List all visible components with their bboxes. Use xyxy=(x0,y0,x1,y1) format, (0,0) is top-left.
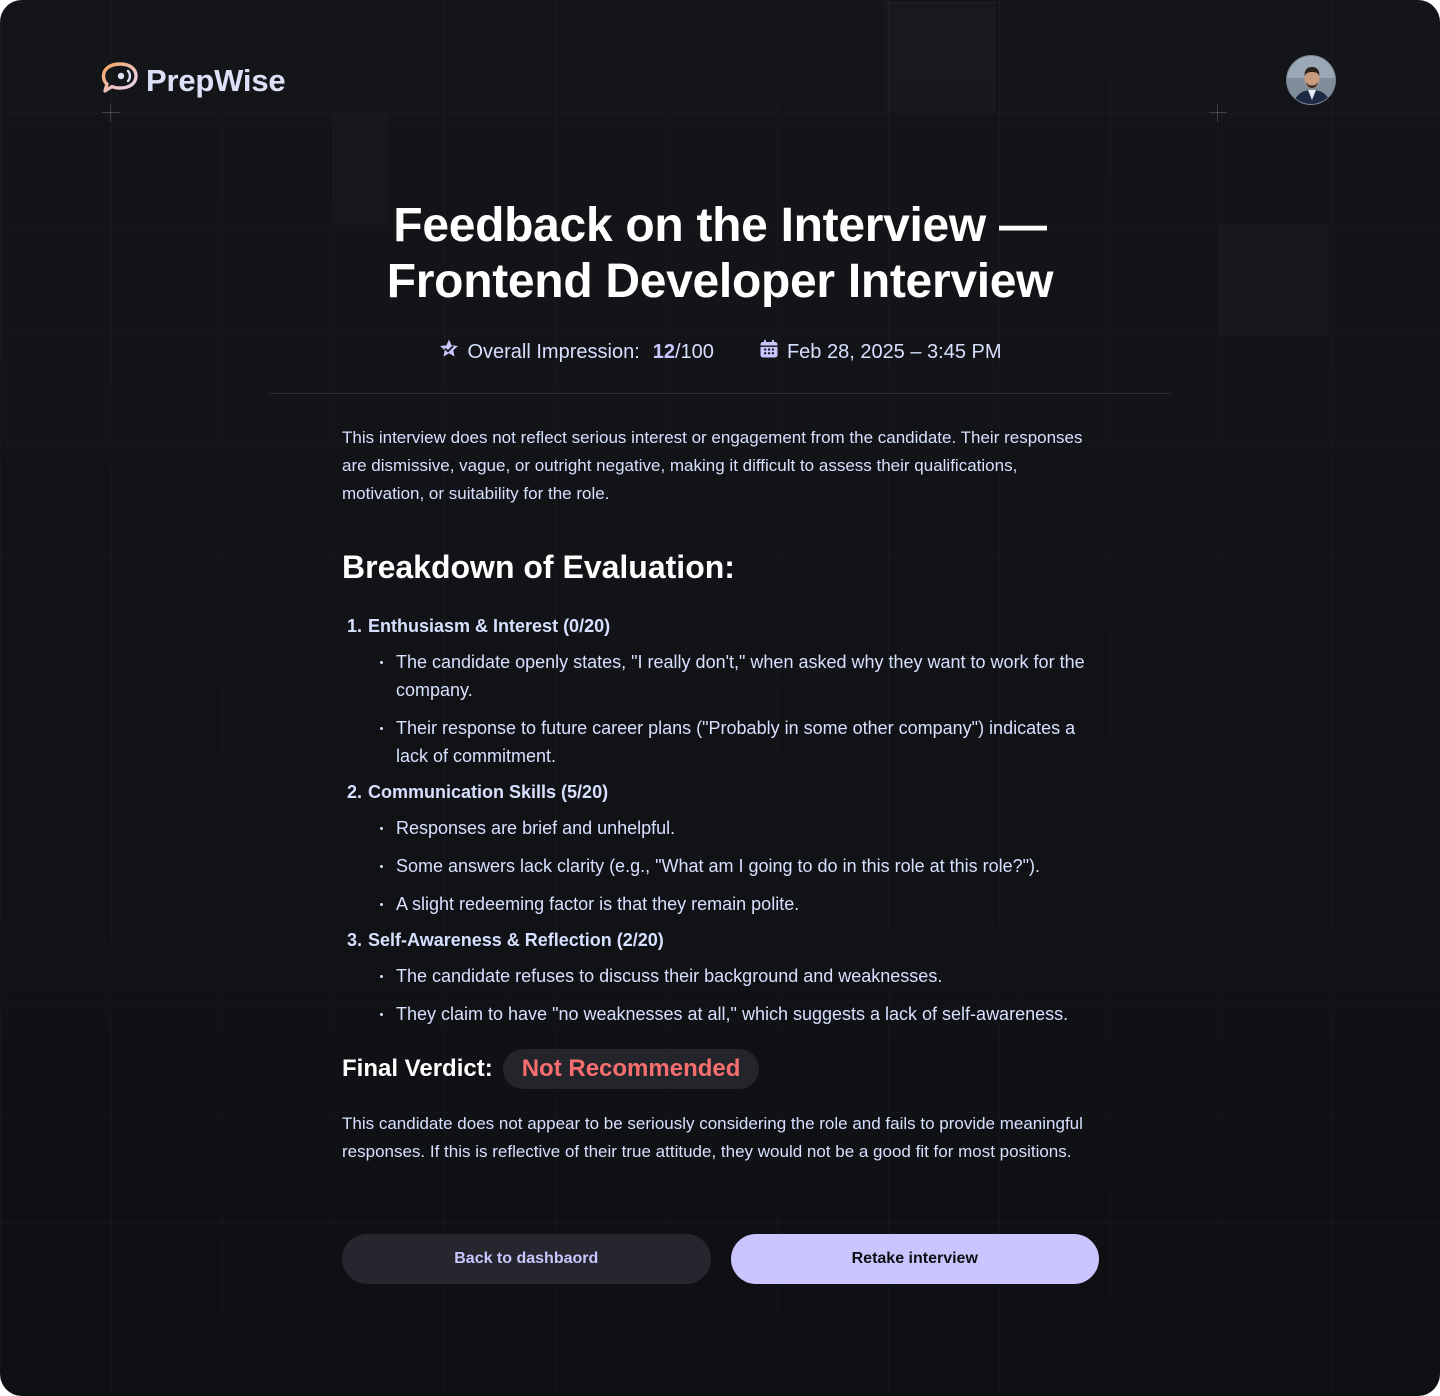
impression-score-value: 12/100 xyxy=(647,341,714,364)
page-title-line: Frontend Developer Interview xyxy=(386,255,1054,308)
section-number: 2. xyxy=(347,782,363,802)
list-item: They claim to have "no weaknesses at all… xyxy=(380,1000,1102,1028)
breakdown-section: 3. Self-Awareness & Reflection (2/20) Th… xyxy=(342,928,1102,1028)
user-avatar[interactable] xyxy=(1286,55,1336,105)
breakdown-section: 1. Enthusiasm & Interest (0/20) The cand… xyxy=(342,614,1102,770)
list-item: The candidate refuses to discuss their b… xyxy=(380,962,1102,990)
background-tile xyxy=(885,2,996,112)
section-points: The candidate refuses to discuss their b… xyxy=(342,962,1102,1028)
list-item: The candidate openly states, "I really d… xyxy=(380,648,1102,704)
conclusion-text: This candidate does not appear to be ser… xyxy=(342,1114,1083,1161)
breakdown-list: 1. Enthusiasm & Interest (0/20) The cand… xyxy=(342,614,1102,1028)
feedback-meta: Overall Impression: 12/100 Feb 28, 2025 … xyxy=(0,338,1440,366)
section-title: 3. Self-Awareness & Reflection (2/20) xyxy=(342,928,1102,952)
brand-name: PrepWise xyxy=(146,62,286,98)
impression-score: 12 xyxy=(652,340,675,363)
list-item: A slight redeeming factor is that they r… xyxy=(380,890,1102,918)
action-buttons: Back to dashbaord Retake interview xyxy=(342,1234,1099,1284)
date-text: Feb 28, 2025 – 3:45 PM xyxy=(786,340,1002,363)
summary-text: This interview does not reflect serious … xyxy=(342,428,1083,503)
verdict-badge: Not Recommended xyxy=(502,1049,760,1089)
verdict-label: Final Verdict: xyxy=(342,1055,493,1082)
avatar-photo-icon xyxy=(1287,56,1335,104)
retake-interview-button[interactable]: Retake interview xyxy=(730,1234,1099,1284)
list-item: Their response to future career plans ("… xyxy=(380,714,1102,770)
section-title: 1. Enthusiasm & Interest (0/20) xyxy=(342,614,1102,638)
page-title-line: Feedback on the Interview — xyxy=(393,199,1047,252)
app-window: PrepWise Feedback on the Interview — Fro… xyxy=(0,0,1440,1396)
breakdown-section: 2. Communication Skills (5/20) Responses… xyxy=(342,780,1102,918)
section-name: Self-Awareness & Reflection (2/20) xyxy=(368,930,664,950)
section-points: The candidate openly states, "I really d… xyxy=(342,648,1102,770)
sparkle-decoration xyxy=(1209,104,1227,122)
interview-date: Feb 28, 2025 – 3:45 PM xyxy=(758,338,1002,366)
overall-impression: Overall Impression: 12/100 xyxy=(438,338,714,366)
breakdown-heading: Breakdown of Evaluation: xyxy=(342,549,735,585)
star-badge-icon xyxy=(438,338,460,366)
final-verdict: Final Verdict: Not Recommended xyxy=(342,1049,1102,1089)
sparkle-decoration xyxy=(102,104,120,122)
section-number: 1. xyxy=(347,616,363,636)
section-name: Communication Skills (5/20) xyxy=(368,782,609,802)
back-to-dashboard-button[interactable]: Back to dashbaord xyxy=(342,1234,711,1284)
calendar-icon xyxy=(758,338,780,366)
feedback-content: This interview does not reflect serious … xyxy=(342,424,1102,1166)
section-points: Responses are brief and unhelpful. Some … xyxy=(342,814,1102,918)
chat-bubble-logo-icon xyxy=(100,60,140,101)
divider xyxy=(270,393,1170,394)
impression-score-total: /100 xyxy=(675,340,714,363)
section-title: 2. Communication Skills (5/20) xyxy=(342,780,1102,804)
section-number: 3. xyxy=(347,930,363,950)
brand-logo[interactable]: PrepWise xyxy=(100,60,286,101)
impression-label: Overall Impression: xyxy=(467,340,640,363)
list-item: Responses are brief and unhelpful. xyxy=(380,814,1102,842)
page-title: Feedback on the Interview — Frontend Dev… xyxy=(0,198,1440,310)
section-name: Enthusiasm & Interest (0/20) xyxy=(368,616,611,636)
list-item: Some answers lack clarity (e.g., "What a… xyxy=(380,852,1102,880)
